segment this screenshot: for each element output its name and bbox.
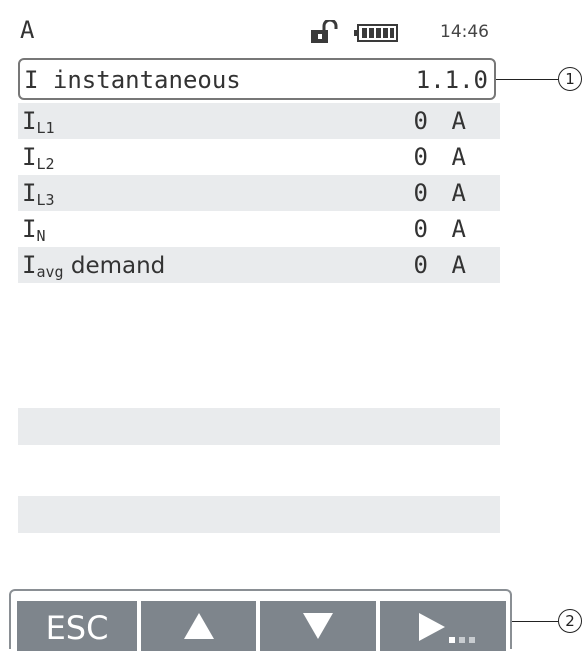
row-value: 0 — [413, 143, 428, 171]
row-unit: A — [451, 179, 466, 207]
row-value: 0 — [413, 215, 428, 243]
softkey-bar: ESC — [9, 589, 512, 651]
list-item-iavg-demand[interactable]: Iavg demand 0 A — [18, 247, 500, 283]
list-item-il2[interactable]: IL2 0 A — [18, 139, 500, 175]
clock: 14:46 — [440, 22, 489, 42]
empty-row — [18, 496, 500, 533]
arrow-down-icon — [303, 613, 333, 639]
row-unit: A — [451, 251, 466, 279]
row-label: Iavg demand — [22, 251, 166, 281]
row-value: 0 — [413, 251, 428, 279]
next-button[interactable] — [380, 601, 506, 651]
arrow-right-more-icon — [419, 613, 475, 643]
callout-marker-1: 1 — [558, 67, 582, 91]
row-value: 0 — [413, 107, 428, 135]
battery-full-icon — [354, 24, 398, 42]
row-label: IL3 — [22, 179, 55, 209]
row-value: 0 — [413, 179, 428, 207]
callout-marker-2: 2 — [558, 609, 582, 633]
callout-line-2 — [512, 621, 558, 622]
empty-row — [18, 408, 500, 445]
arrow-up-icon — [183, 613, 214, 639]
row-unit: A — [451, 215, 466, 243]
esc-button[interactable]: ESC — [17, 601, 137, 651]
menu-id: 1.1.0 — [415, 66, 488, 94]
up-button[interactable] — [141, 601, 256, 651]
row-unit: A — [451, 107, 466, 135]
callout-line-1 — [496, 79, 558, 80]
list-item-in[interactable]: IN 0 A — [18, 211, 500, 247]
row-label: IN — [22, 215, 46, 245]
unit-label: A — [20, 16, 35, 44]
row-label: IL2 — [22, 143, 55, 173]
row-unit: A — [451, 143, 466, 171]
down-button[interactable] — [260, 601, 376, 651]
esc-label: ESC — [45, 609, 109, 647]
unlocked-lock-icon — [311, 20, 338, 43]
menu-header: I instantaneous 1.1.0 — [18, 58, 496, 100]
status-bar: A 14:46 — [18, 14, 500, 48]
page-title: I instantaneous — [24, 66, 241, 94]
list-item-il1[interactable]: IL1 0 A — [18, 103, 500, 139]
row-label: IL1 — [22, 107, 55, 137]
list-item-il3[interactable]: IL3 0 A — [18, 175, 500, 211]
